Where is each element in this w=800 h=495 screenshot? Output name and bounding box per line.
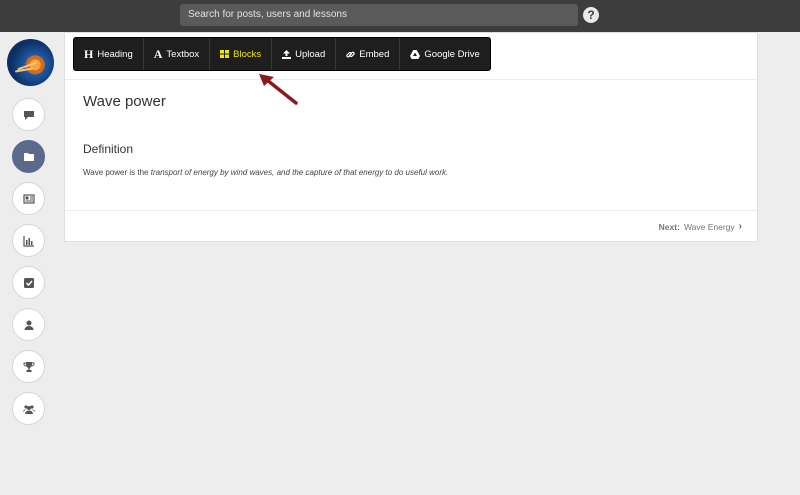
next-lesson-link[interactable]: Next: Wave Energy › [659,221,742,232]
bar-chart-icon [22,235,34,247]
top-bar: Search for posts, users and lessons ? [0,0,800,32]
newspaper-icon [22,193,35,204]
definition-italic: transport of energy by wind waves, and t… [150,168,449,177]
help-icon[interactable]: ? [583,7,599,23]
next-label: Next: [658,221,680,232]
sidebar-item-groups[interactable] [12,392,45,425]
blocks-button[interactable]: Blocks [210,38,273,70]
trophy-icon [23,361,34,372]
editor-toolbar: H Heading A Textbox Blocks Upload Embed … [73,37,491,71]
embed-label: Embed [359,48,390,60]
comment-icon [23,110,34,120]
upload-icon [282,49,292,59]
sidebar-item-comments[interactable] [12,98,45,131]
page-title: Wave power [83,93,166,110]
link-icon [346,50,355,59]
embed-button[interactable]: Embed [336,38,401,70]
annotation-arrow-icon [259,74,298,105]
heading-button[interactable]: H Heading [74,38,144,70]
blocks-icon [220,50,230,58]
google-drive-label: Google Drive [424,48,480,60]
avatar[interactable] [7,39,54,86]
user-icon [24,320,33,330]
textbox-button[interactable]: A Textbox [144,38,211,70]
upload-button[interactable]: Upload [272,38,337,70]
heading-icon: H [84,46,94,61]
drive-icon [410,49,421,59]
sidebar-item-tasks[interactable] [12,266,45,299]
definition-text: Wave power is the transport of energy by… [83,168,448,177]
textbox-icon: A [153,46,163,61]
chevron-right-icon: › [738,221,742,232]
next-title: Wave Energy [683,221,735,232]
sidebar-item-awards[interactable] [12,350,45,383]
textbox-label: Textbox [166,48,200,60]
blocks-label: Blocks [233,48,262,60]
sidebar-item-profile[interactable] [12,308,45,341]
sidebar-item-stats[interactable] [12,224,45,257]
checkbox-icon [23,277,34,288]
search-input[interactable]: Search for posts, users and lessons [180,4,578,26]
section-heading: Definition [83,142,134,156]
folder-icon [23,152,34,161]
definition-prefix: Wave power is the [83,168,151,177]
sidebar-item-lessons[interactable] [12,140,45,173]
upload-label: Upload [295,48,326,60]
google-drive-button[interactable]: Google Drive [400,38,489,70]
sidebar-item-news[interactable] [12,182,45,215]
users-icon [22,404,35,414]
heading-label: Heading [97,48,133,60]
